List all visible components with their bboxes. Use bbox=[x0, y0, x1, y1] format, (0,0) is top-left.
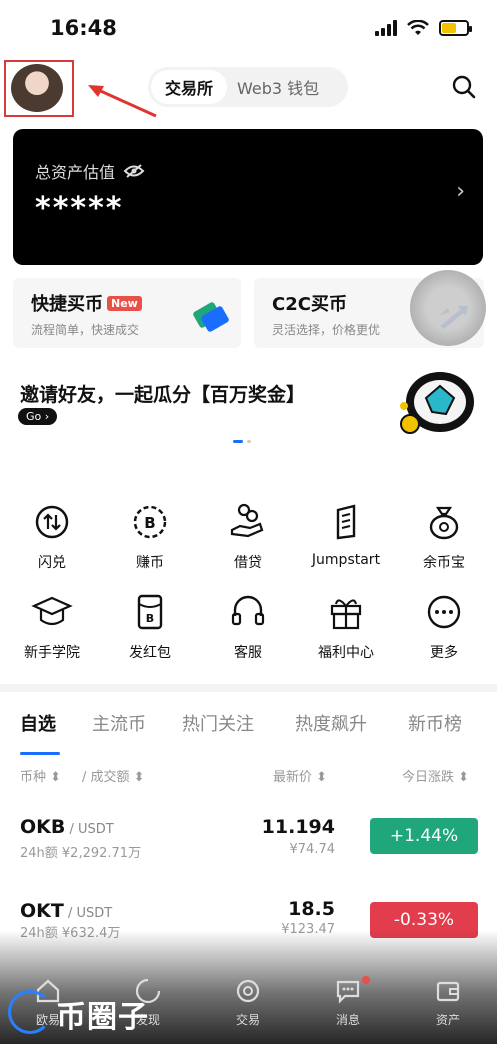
jumpstart-icon bbox=[336, 504, 356, 540]
avatar[interactable] bbox=[11, 64, 63, 112]
coin-pair: OKT / USDT bbox=[20, 900, 112, 922]
coin-symbol: OKT bbox=[20, 900, 64, 922]
tab-web3-wallet[interactable]: Web3 钱包 bbox=[227, 75, 329, 99]
chevron-right-icon[interactable]: › bbox=[456, 179, 465, 204]
service-label: 赚币 bbox=[136, 555, 164, 571]
change-badge[interactable]: +1.44% bbox=[370, 818, 478, 854]
quick-buy-card[interactable]: 快捷买币 New 流程简单，快速成交 bbox=[13, 278, 241, 348]
service-swap[interactable]: 闪兑 bbox=[7, 500, 97, 572]
service-label: 借贷 bbox=[234, 555, 262, 571]
service-label: 更多 bbox=[430, 645, 458, 661]
volume-24h: 24h额 ¥2,292.71万 bbox=[20, 846, 142, 861]
market-tab-rising[interactable]: 热度飙升 bbox=[295, 710, 367, 736]
service-label: Jumpstart bbox=[311, 552, 381, 568]
service-loan[interactable]: 借贷 bbox=[203, 500, 293, 572]
nav-messages[interactable]: 消息 bbox=[308, 978, 388, 1028]
quick-buy-title: 快捷买币 New bbox=[31, 290, 142, 316]
battery-icon bbox=[439, 20, 472, 36]
nav-label: 交易 bbox=[235, 1013, 260, 1027]
watermark-text: 币圈子 bbox=[56, 1000, 149, 1035]
market-tab-mainstream[interactable]: 主流币 bbox=[92, 710, 146, 736]
table-row[interactable]: OKB / USDT 24h额 ¥2,292.71万 11.194 ¥74.74… bbox=[0, 806, 497, 870]
status-time: 16:48 bbox=[50, 16, 117, 40]
last-price: 18.5 bbox=[288, 898, 335, 920]
card-payment-icon bbox=[193, 302, 229, 332]
go-label: Go bbox=[26, 410, 42, 423]
market-tab-trending[interactable]: 热门关注 bbox=[182, 710, 254, 736]
coin-pair: OKB / USDT bbox=[20, 816, 114, 838]
signal-icon bbox=[375, 20, 397, 36]
notification-dot bbox=[362, 976, 370, 984]
service-label: 发红包 bbox=[129, 645, 171, 661]
quote-currency: / USDT bbox=[63, 906, 113, 921]
c2c-subtitle: 灵活选择，价格更优 bbox=[272, 323, 381, 337]
column-price[interactable]: 最新价 ⬍ bbox=[273, 766, 327, 785]
last-price: 11.194 bbox=[261, 816, 335, 838]
market-tab-new-listings[interactable]: 新币榜 bbox=[408, 710, 462, 736]
coin-symbol: OKB bbox=[20, 816, 66, 838]
svg-text:B: B bbox=[146, 612, 154, 625]
asset-card[interactable]: 总资产估值 ***** › bbox=[13, 129, 483, 265]
nav-label: 资产 bbox=[435, 1013, 460, 1027]
message-icon bbox=[336, 980, 360, 1004]
gift-icon bbox=[330, 599, 362, 630]
nav-assets[interactable]: 资产 bbox=[408, 978, 488, 1028]
column-volume[interactable]: / 成交额 ⬍ bbox=[82, 766, 145, 785]
c2c-title: C2C买币 bbox=[272, 294, 347, 315]
service-red-packet[interactable]: B 发红包 bbox=[105, 590, 195, 662]
service-label: 客服 bbox=[234, 645, 262, 661]
service-academy[interactable]: 新手学院 bbox=[7, 590, 97, 662]
search-icon[interactable] bbox=[451, 74, 477, 100]
service-support[interactable]: 客服 bbox=[203, 590, 293, 662]
service-label: 闪兑 bbox=[38, 555, 66, 571]
section-divider bbox=[0, 684, 497, 692]
service-savings[interactable]: 余币宝 bbox=[399, 500, 489, 572]
headset-icon bbox=[231, 595, 265, 626]
service-earn[interactable]: B 赚币 bbox=[105, 500, 195, 572]
eye-hidden-icon[interactable] bbox=[123, 163, 145, 179]
more-icon bbox=[427, 595, 461, 629]
column-coin[interactable]: 币种 ⬍ bbox=[20, 766, 61, 785]
column-change[interactable]: 今日涨跌 ⬍ bbox=[402, 766, 469, 785]
service-more[interactable]: 更多 bbox=[399, 590, 489, 662]
service-benefits[interactable]: 福利中心 bbox=[301, 590, 391, 662]
quote-currency: / USDT bbox=[65, 822, 114, 837]
tab-exchange[interactable]: 交易所 bbox=[151, 70, 228, 104]
savings-bag-icon bbox=[429, 506, 459, 540]
trade-icon bbox=[236, 979, 260, 1003]
service-jumpstart[interactable]: Jumpstart bbox=[301, 500, 391, 568]
svg-text:B: B bbox=[144, 514, 155, 532]
treasure-box-icon bbox=[400, 372, 474, 434]
nav-trade[interactable]: 交易 bbox=[208, 978, 288, 1028]
status-icons bbox=[375, 20, 472, 36]
wallet-icon bbox=[436, 981, 460, 1002]
swap-icon bbox=[35, 505, 69, 539]
market-tab-favorites[interactable]: 自选 bbox=[20, 710, 56, 736]
red-packet-icon: B bbox=[137, 594, 163, 630]
service-label: 新手学院 bbox=[24, 645, 80, 661]
banner-pagination bbox=[233, 440, 251, 443]
quick-buy-subtitle: 流程简单，快速成交 bbox=[31, 323, 140, 337]
new-badge: New bbox=[107, 296, 142, 311]
exchange-wallet-toggle: 交易所 Web3 钱包 bbox=[148, 67, 348, 107]
watermark-logo-icon bbox=[8, 990, 52, 1034]
floating-assist-button[interactable] bbox=[410, 270, 486, 346]
service-label: 余币宝 bbox=[423, 555, 465, 571]
quick-buy-title-text: 快捷买币 bbox=[31, 294, 103, 315]
fiat-price: ¥74.74 bbox=[289, 842, 336, 857]
asset-value: ***** bbox=[35, 191, 124, 226]
graduation-cap-icon bbox=[31, 596, 73, 626]
earn-coin-icon: B bbox=[133, 505, 167, 539]
wifi-icon bbox=[407, 20, 429, 35]
banner-go-button[interactable]: Go › bbox=[18, 408, 58, 425]
asset-label: 总资产估值 bbox=[35, 163, 116, 182]
loan-icon bbox=[230, 503, 264, 538]
asset-label-row: 总资产估值 bbox=[35, 159, 145, 183]
nav-label: 消息 bbox=[335, 1013, 360, 1027]
banner-title: 邀请好友，一起瓜分【百万奖金】 bbox=[20, 384, 306, 406]
active-tab-indicator bbox=[20, 752, 60, 755]
service-label: 福利中心 bbox=[318, 645, 374, 661]
